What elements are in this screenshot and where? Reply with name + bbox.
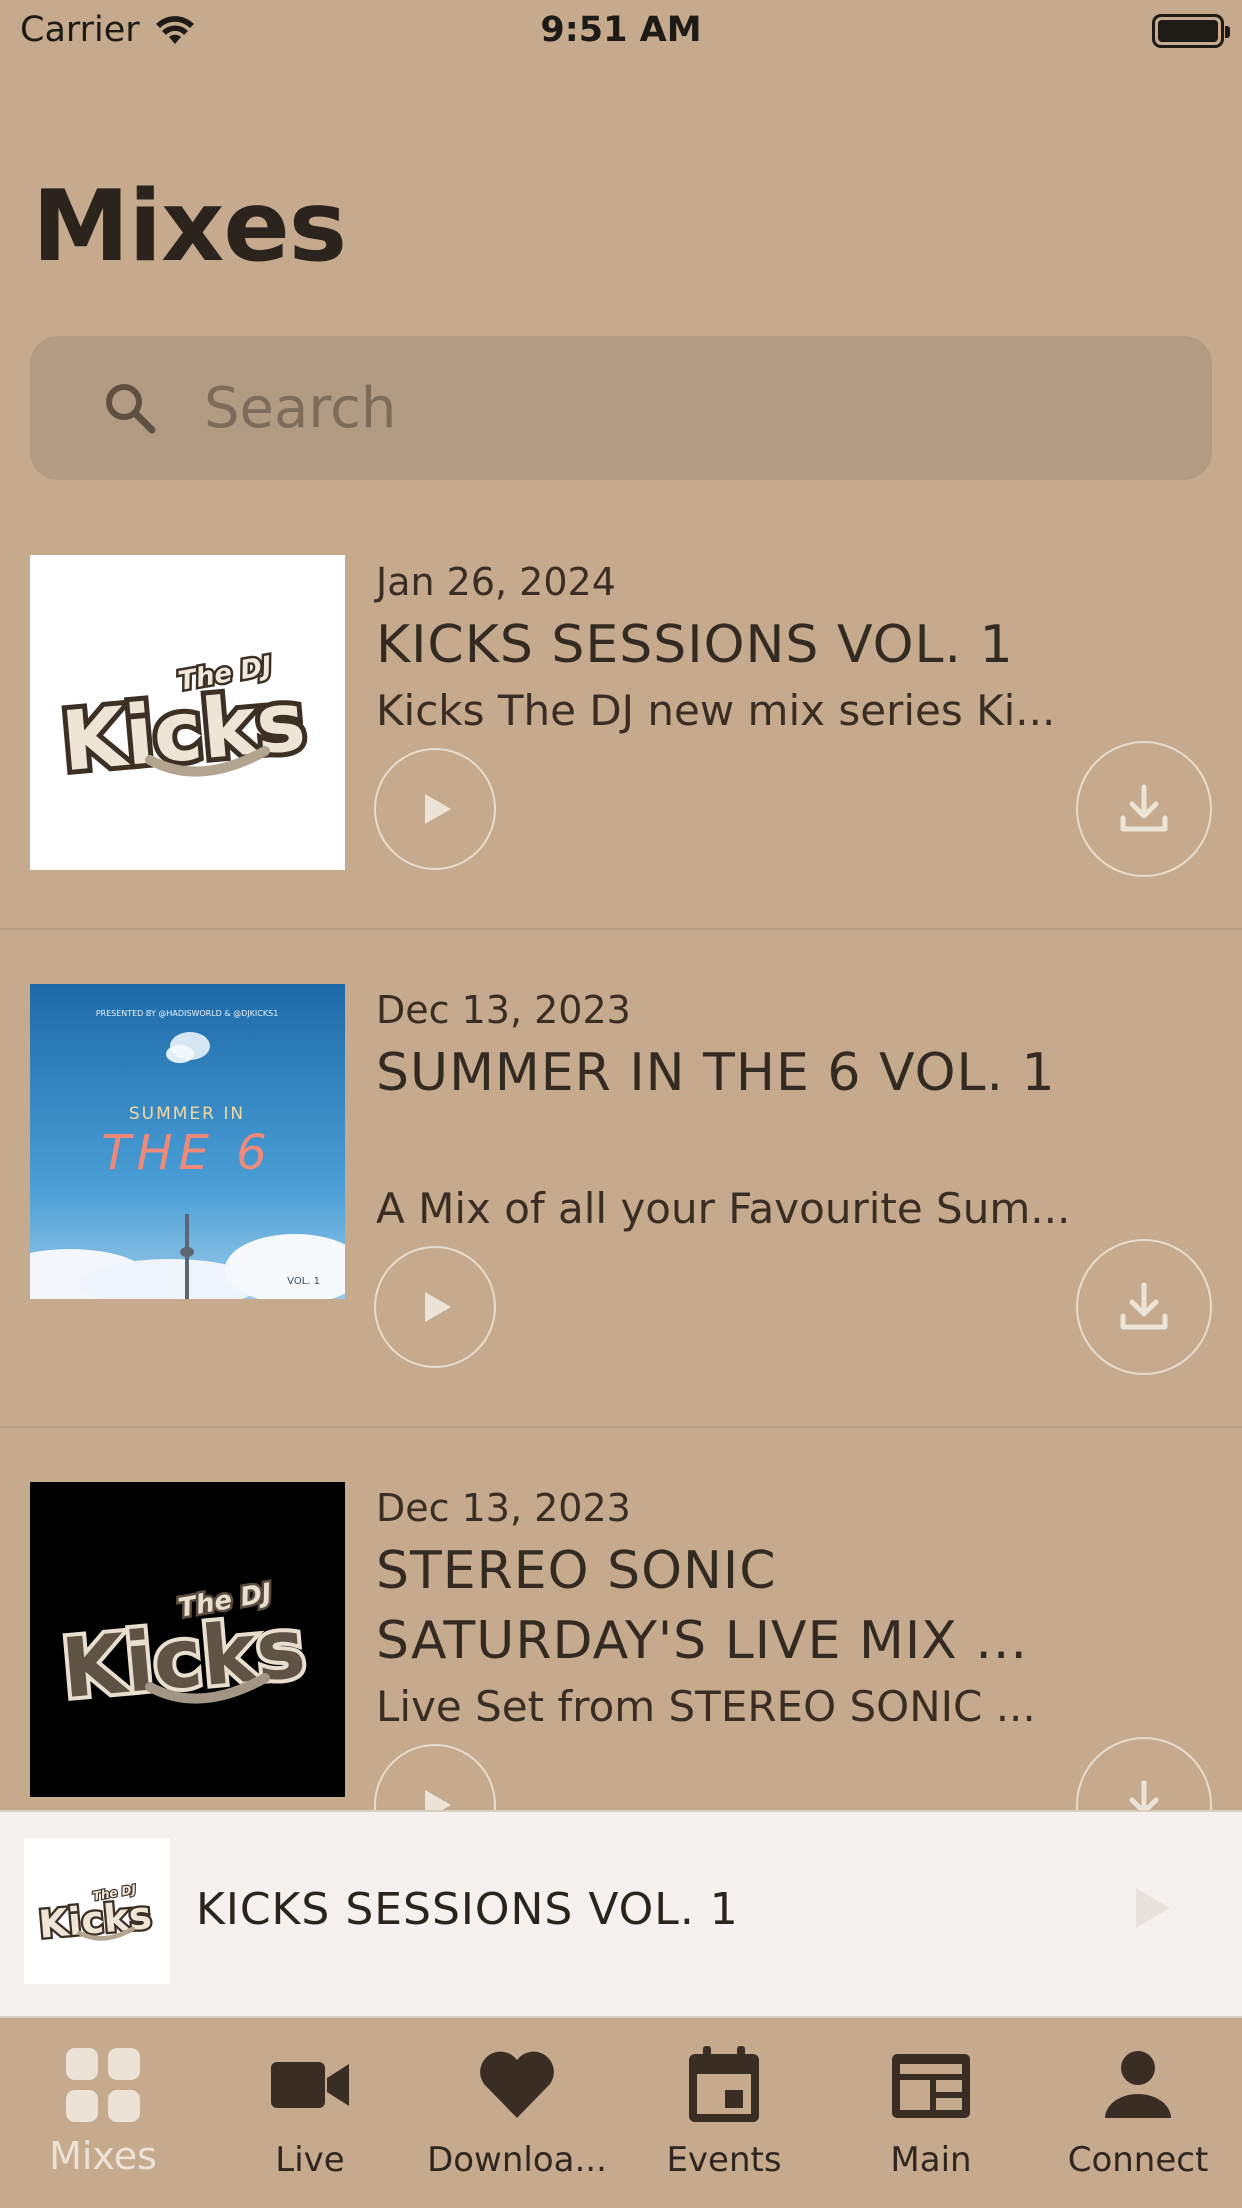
search-bar[interactable]: [30, 336, 1212, 480]
mix-description: A Mix of all your Favourite Sum...: [376, 1184, 1071, 1233]
kicks-logo: The DJ Kicks: [35, 1881, 156, 1949]
mix-title: SUMMER IN THE 6 VOL. 1: [376, 1043, 1056, 1103]
mini-player[interactable]: The DJ Kicks KICKS SESSIONS VOL. 1: [0, 1810, 1242, 2018]
tab-main[interactable]: Main: [831, 2042, 1031, 2192]
person-icon: [1105, 2051, 1171, 2118]
mix-row[interactable]: The DJ Kicks Dec 13, 2023 STEREO SONIC S…: [0, 1428, 1242, 1812]
download-button[interactable]: [1076, 741, 1212, 877]
mix-date: Dec 13, 2023: [376, 1486, 631, 1530]
status-time: 9:51 AM: [540, 10, 702, 50]
tab-events[interactable]: Events: [624, 2042, 824, 2192]
video-camera-icon: [271, 2062, 349, 2108]
mix-date: Jan 26, 2024: [376, 560, 616, 604]
download-icon: [1120, 1282, 1168, 1330]
mix-row[interactable]: PRESENTED BY @HADISWORLD & @DJKICKS1 SUM…: [0, 930, 1242, 1428]
art-the6-text: THE 6: [101, 1125, 273, 1181]
tab-label: Events: [666, 2140, 782, 2180]
battery-icon: [1152, 14, 1230, 48]
tab-live[interactable]: Live: [210, 2042, 410, 2192]
heart-icon: [480, 2051, 554, 2118]
play-icon: [425, 794, 451, 824]
play-icon: [425, 1790, 451, 1812]
search-input[interactable]: [204, 366, 1164, 450]
tab-downloads[interactable]: Downloa...: [417, 2042, 617, 2192]
tab-label: Mixes: [49, 2134, 157, 2178]
grid-icon: [66, 2048, 140, 2122]
tab-mixes[interactable]: Mixes: [3, 2042, 203, 2192]
mix-title: STEREO SONIC SATURDAY'S LIVE MIX ...: [376, 1541, 1028, 1671]
tab-label: Connect: [1067, 2140, 1209, 2180]
download-button[interactable]: [1076, 1737, 1212, 1812]
mini-player-title: KICKS SESSIONS VOL. 1: [196, 1884, 739, 1935]
mini-player-artwork: The DJ Kicks: [24, 1838, 170, 1984]
play-icon[interactable]: [1120, 1878, 1180, 1938]
tab-connect[interactable]: Connect: [1038, 2042, 1238, 2192]
mix-title: KICKS SESSIONS VOL. 1: [376, 615, 1014, 675]
page-title: Mixes: [32, 170, 347, 284]
art-presented-text: PRESENTED BY @HADISWORLD & @DJKICKS1: [96, 1009, 279, 1018]
mix-date: Dec 13, 2023: [376, 988, 631, 1032]
calendar-icon: [689, 2046, 759, 2122]
play-button[interactable]: [374, 1246, 496, 1368]
tab-label: Main: [890, 2140, 972, 2180]
tab-bar: Mixes Live Downloa... Events Main Connec…: [0, 2020, 1242, 2208]
play-icon: [425, 1292, 451, 1322]
mix-description: Live Set from STEREO SONIC ...: [376, 1682, 1036, 1731]
kicks-logo: The DJ Kicks: [53, 648, 314, 795]
status-bar: Carrier 9:51 AM: [0, 0, 1242, 62]
art-summer-text: SUMMER IN: [129, 1104, 245, 1124]
mix-description: Kicks The DJ new mix series Ki...: [376, 686, 1056, 735]
search-icon: [106, 384, 156, 434]
kicks-logo: The DJ Kicks: [54, 1575, 313, 1721]
newspaper-icon: [892, 2054, 970, 2118]
art-vol-text: VOL. 1: [287, 1276, 320, 1287]
play-button[interactable]: [374, 748, 496, 870]
download-icon: [1120, 784, 1168, 832]
mix-row[interactable]: The DJ Kicks Jan 26, 2024 KICKS SESSIONS…: [0, 520, 1242, 930]
mix-artwork: The DJ Kicks: [30, 1482, 345, 1797]
play-button[interactable]: [374, 1744, 496, 1812]
download-button[interactable]: [1076, 1239, 1212, 1375]
download-icon: [1121, 1780, 1167, 1812]
mix-artwork: The DJ Kicks: [30, 555, 345, 870]
tab-label: Live: [275, 2140, 345, 2180]
mix-artwork: PRESENTED BY @HADISWORLD & @DJKICKS1 SUM…: [30, 984, 345, 1299]
tab-label: Downloa...: [427, 2140, 607, 2180]
mix-list[interactable]: The DJ Kicks Jan 26, 2024 KICKS SESSIONS…: [0, 520, 1242, 1812]
